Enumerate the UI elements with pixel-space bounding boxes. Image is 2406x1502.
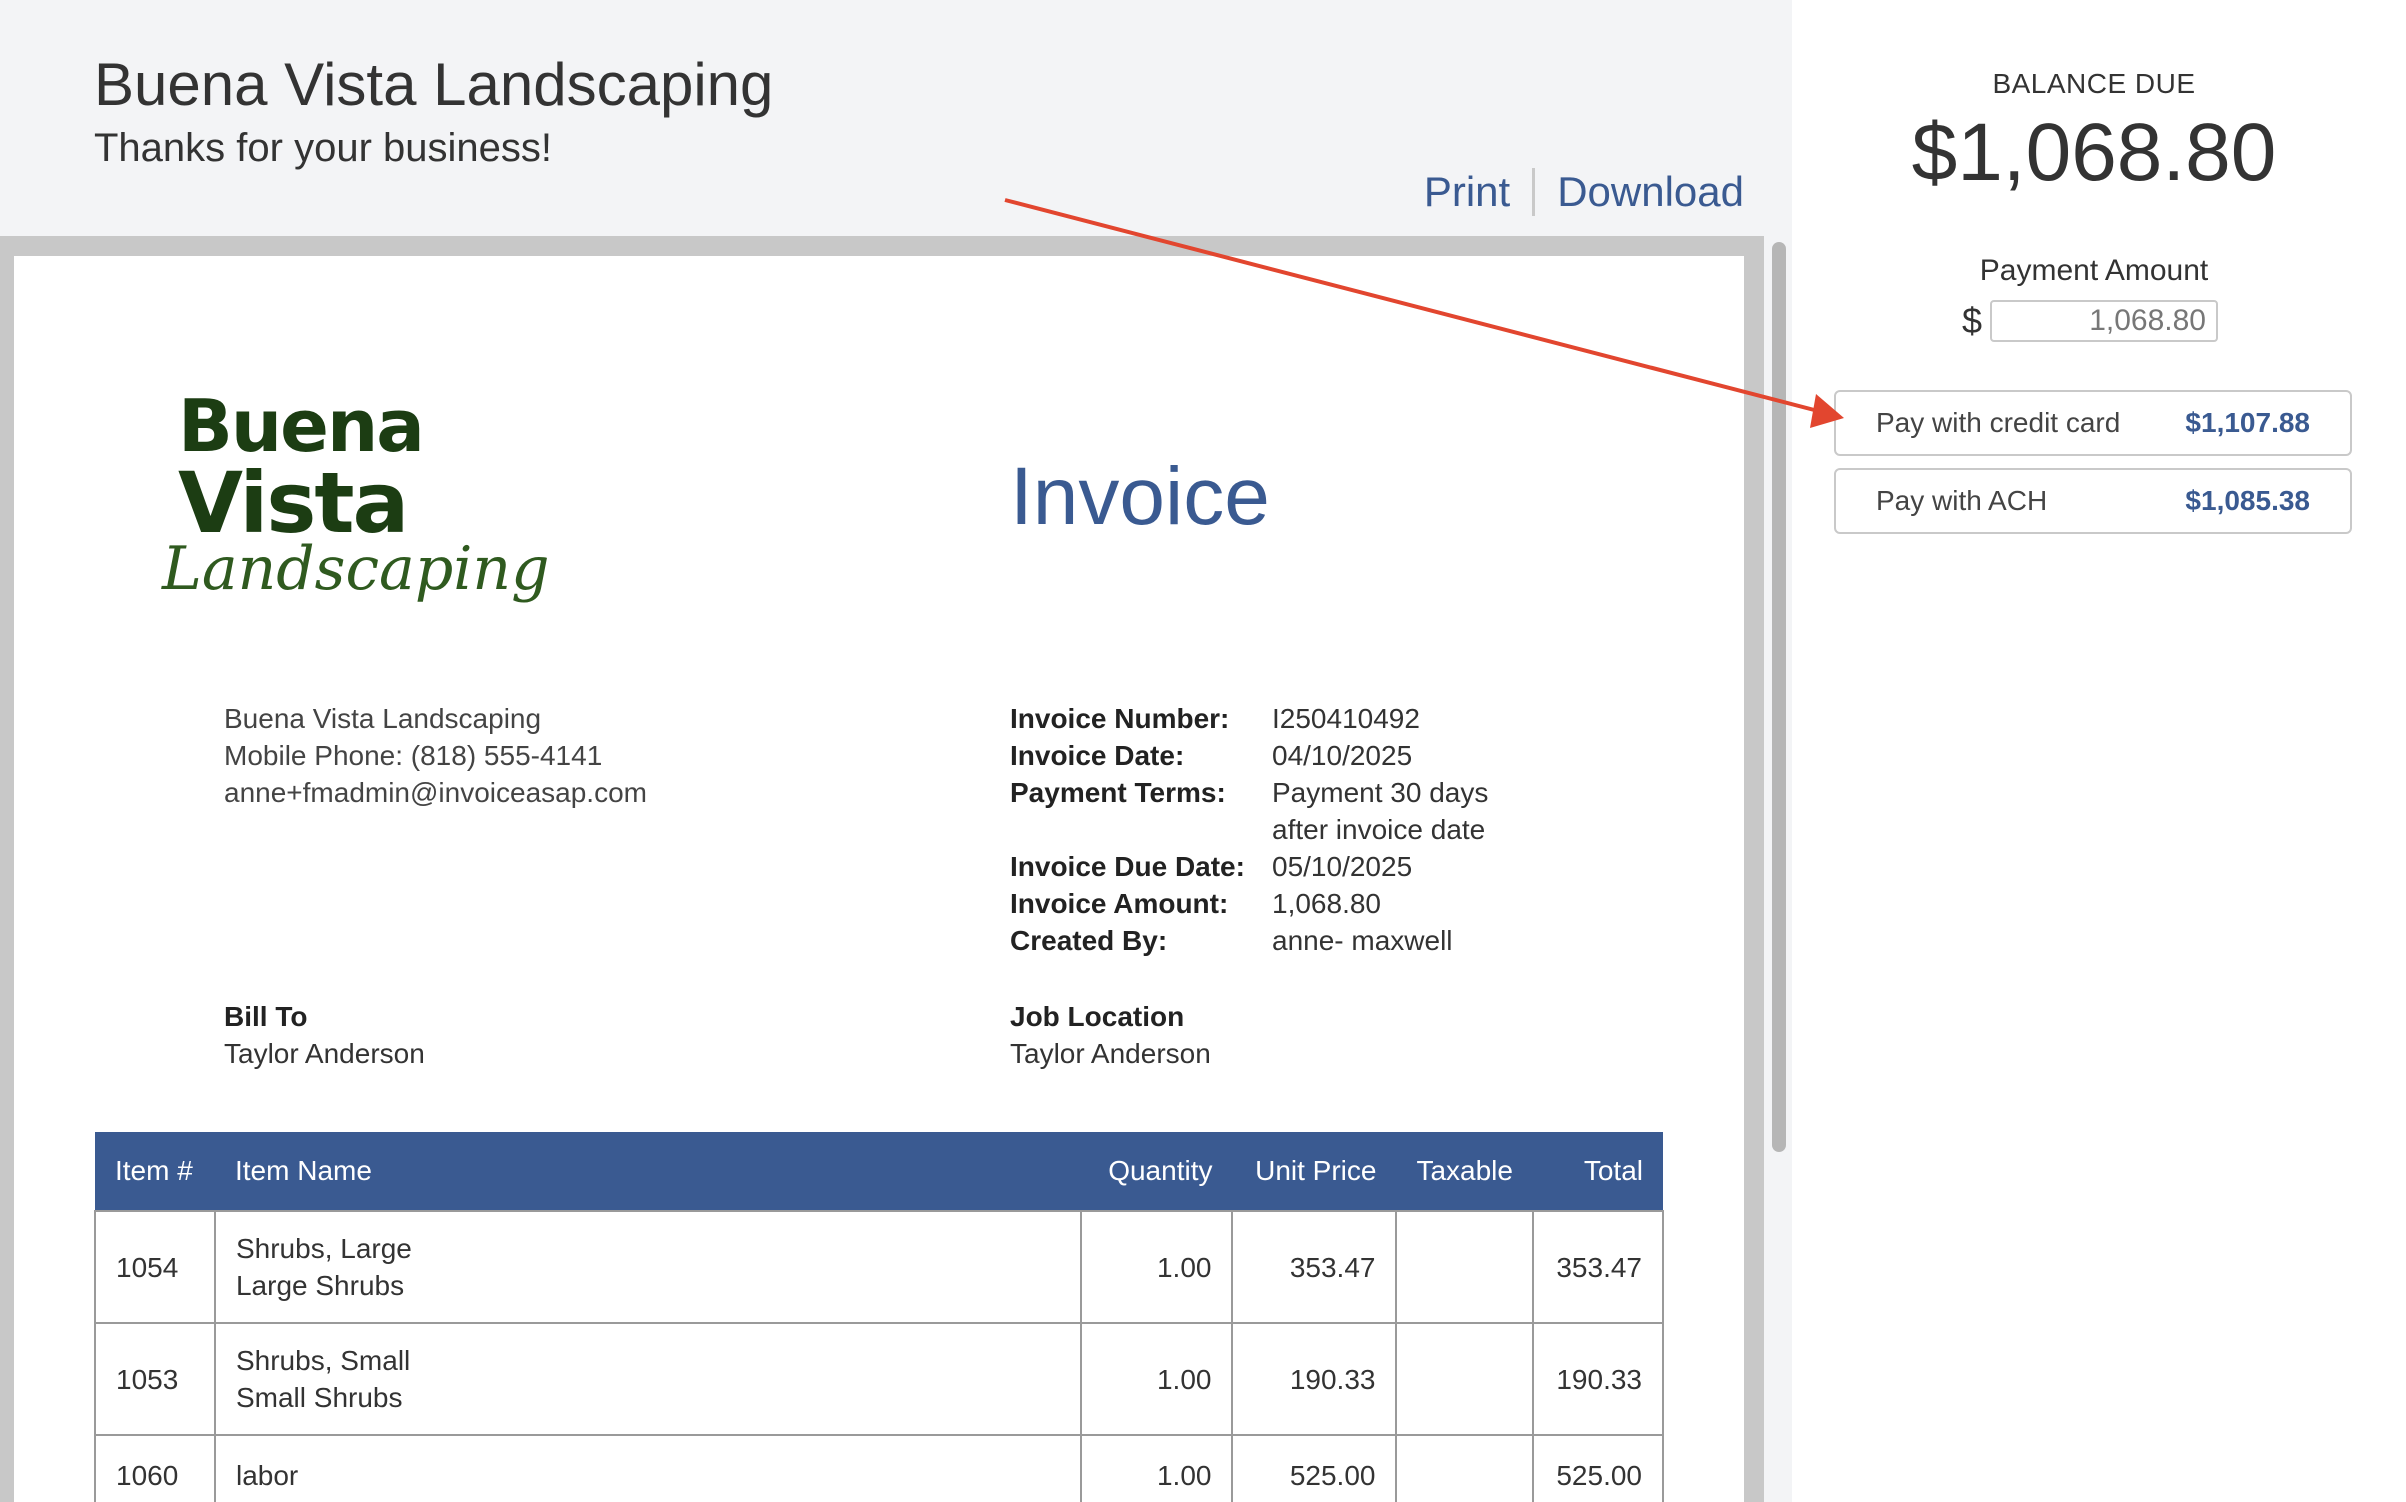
invoice-viewer-area: Buena Vista Landscaping Thanks for your … [0, 0, 1792, 1502]
item-number-cell: 1054 [94, 1210, 216, 1324]
invoice-heading: Invoice [1010, 451, 1270, 542]
table-header-row: Item # Item Name Quantity Unit Price Tax… [95, 1132, 1663, 1211]
payment-terms-label: Payment Terms: [1010, 777, 1226, 808]
item-name: Shrubs, Small [235, 1345, 411, 1376]
unit-price-cell: 190.33 [1231, 1322, 1398, 1436]
quantity-cell: 1.00 [1079, 1434, 1234, 1502]
created-by-label: Created By: [1010, 925, 1168, 956]
bill-to-heading: Bill To [224, 1001, 308, 1032]
total-cell: 525.00 [1531, 1434, 1665, 1502]
sender-info: Buena Vista Landscaping Mobile Phone: (8… [224, 700, 647, 811]
sender-email: anne+fmadmin@invoiceasap.com [224, 777, 647, 808]
page-subtitle: Thanks for your business! [94, 126, 552, 170]
payment-amount-label: Payment Amount [1979, 254, 2209, 287]
column-header-total: Total [1532, 1132, 1663, 1211]
credit-card-button-label: Pay with credit card [1876, 407, 2121, 438]
logo-script-text: Landscaping [162, 534, 550, 604]
payment-panel: BALANCE DUE $1,068.80 Payment Amount $ P… [1792, 0, 2406, 1502]
due-date-value: 05/10/2025 [1272, 851, 1413, 882]
item-number-cell: 1053 [94, 1322, 216, 1436]
sender-phone: Mobile Phone: (818) 555-4141 [224, 740, 603, 771]
actions-divider [1532, 168, 1536, 216]
bill-to-name: Taylor Anderson [224, 1038, 425, 1069]
due-date-label: Invoice Due Date: [1010, 851, 1245, 882]
column-header-item-name: Item Name [214, 1132, 1081, 1211]
currency-symbol: $ [1962, 300, 1983, 341]
item-name: Shrubs, Large [235, 1233, 412, 1264]
document-frame: Buena Vista Landscaping Invoice Buena Vi… [0, 236, 1764, 1502]
bill-to-section: Bill To Taylor Anderson [224, 998, 425, 1072]
table-row: 1053 Shrubs, Small Small Shrubs 1.00 190… [94, 1322, 1665, 1436]
job-location-section: Job Location Taylor Anderson [1010, 998, 1211, 1072]
invoice-detail-row: Invoice Due Date: 05/10/2025 [1010, 848, 1532, 885]
unit-price-cell: 353.47 [1231, 1210, 1398, 1324]
invoice-amount-label: Invoice Amount: [1010, 888, 1229, 919]
job-location-heading: Job Location [1010, 1001, 1185, 1032]
pay-with-ach-button[interactable]: Pay with ACH $1,085.38 [1834, 468, 2352, 534]
invoice-detail-row: Payment Terms: Payment 30 days after inv… [1010, 774, 1532, 848]
total-cell: 353.47 [1531, 1210, 1665, 1324]
sender-name: Buena Vista Landscaping [224, 703, 542, 734]
job-location-name: Taylor Anderson [1010, 1038, 1211, 1069]
table-row: 1060 labor 1.00 525.00 525.00 [94, 1434, 1665, 1502]
invoice-document: Buena Vista Landscaping Invoice Buena Vi… [14, 256, 1744, 1502]
item-description: Small Shrubs [235, 1382, 403, 1413]
unit-price-cell: 525.00 [1231, 1434, 1398, 1502]
balance-due-label: BALANCE DUE [1992, 68, 2196, 99]
item-name-cell: Shrubs, Large Large Shrubs [213, 1210, 1082, 1324]
column-header-item-number: Item # [95, 1132, 215, 1211]
credit-card-button-amount: $1,107.88 [2185, 407, 2310, 438]
item-number-cell: 1060 [94, 1434, 216, 1502]
scrollbar-thumb[interactable] [1772, 242, 1786, 1152]
ach-button-label: Pay with ACH [1876, 485, 2048, 516]
created-by-value: anne- maxwell [1272, 925, 1453, 956]
table-row: 1054 Shrubs, Large Large Shrubs 1.00 353… [94, 1210, 1665, 1324]
invoice-detail-row: Invoice Number: I250410492 [1010, 700, 1532, 737]
quantity-cell: 1.00 [1079, 1322, 1234, 1436]
column-header-unit-price: Unit Price [1232, 1132, 1397, 1211]
invoice-date-label: Invoice Date: [1010, 740, 1185, 771]
column-header-taxable: Taxable [1396, 1132, 1533, 1211]
item-description: Large Shrubs [235, 1270, 405, 1301]
invoice-detail-row: Invoice Date: 04/10/2025 [1010, 737, 1532, 774]
payment-amount-input[interactable] [1990, 300, 2218, 342]
invoice-number-value: I250410492 [1272, 703, 1420, 734]
payment-terms-value: Payment 30 days after invoice date [1272, 777, 1489, 845]
line-items-table: Item # Item Name Quantity Unit Price Tax… [94, 1132, 1665, 1502]
page-title: Buena Vista Landscaping [94, 51, 774, 118]
column-header-quantity: Quantity [1080, 1132, 1233, 1211]
total-cell: 190.33 [1531, 1322, 1665, 1436]
invoice-amount-value: 1,068.80 [1272, 888, 1381, 919]
ach-button-amount: $1,085.38 [2185, 485, 2310, 516]
company-logo: Buena Vista Landscaping [154, 376, 549, 636]
document-actions: Print Download [1424, 168, 1744, 216]
invoice-date-value: 04/10/2025 [1272, 740, 1413, 771]
download-link[interactable]: Download [1557, 168, 1744, 216]
item-name: labor [235, 1459, 299, 1491]
pay-with-credit-card-button[interactable]: Pay with credit card $1,107.88 [1834, 390, 2352, 456]
print-link[interactable]: Print [1424, 168, 1510, 216]
taxable-cell [1395, 1434, 1534, 1502]
taxable-cell [1395, 1322, 1534, 1436]
taxable-cell [1395, 1210, 1534, 1324]
document-scrollbar[interactable] [1764, 236, 1792, 1502]
item-name-cell: labor [213, 1434, 1082, 1502]
invoice-number-label: Invoice Number: [1010, 703, 1230, 734]
quantity-cell: 1.00 [1079, 1210, 1234, 1324]
invoice-details: Invoice Number: I250410492 Invoice Date:… [1010, 700, 1532, 959]
balance-due-amount: $1,068.80 [1911, 107, 2277, 198]
invoice-detail-row: Invoice Amount: 1,068.80 [1010, 885, 1532, 922]
item-name-cell: Shrubs, Small Small Shrubs [213, 1322, 1082, 1436]
invoice-detail-row: Created By: anne- maxwell [1010, 922, 1532, 959]
